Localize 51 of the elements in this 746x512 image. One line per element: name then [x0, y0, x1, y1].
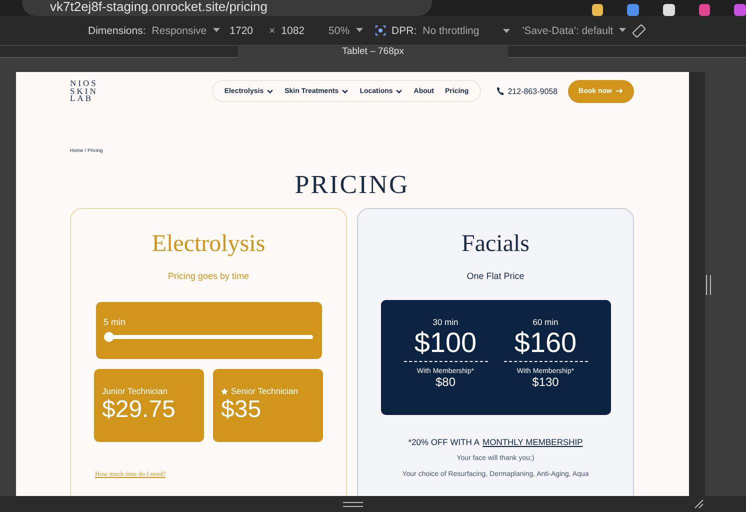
star-icon	[221, 388, 228, 395]
height-input[interactable]: 1082	[281, 24, 305, 37]
zoom-select[interactable]: 50%	[328, 24, 350, 37]
dpr-label: DPR:	[392, 24, 417, 37]
caret-icon	[266, 87, 274, 96]
caret-icon	[356, 28, 363, 34]
address-bar[interactable]: vk7t2ej8f-staging.onrocket.site/pricing	[22, 0, 432, 16]
dimensions-label: Dimensions:	[88, 24, 146, 37]
caret-icon	[394, 87, 403, 96]
technician-label: Junior Technician	[102, 386, 169, 396]
corner-resize-icon[interactable]	[694, 499, 704, 510]
resize-handle[interactable]	[343, 502, 363, 507]
card-subtitle: One Flat Price	[466, 271, 524, 282]
width-input[interactable]: 1720	[230, 24, 254, 37]
technician-price: $29.75	[102, 396, 176, 424]
phone-icon	[496, 87, 504, 96]
device-select[interactable]: Responsive	[152, 24, 207, 37]
extension-icon[interactable]	[592, 4, 604, 16]
caret-icon	[503, 28, 510, 34]
card-subtitle: Pricing goes by time	[168, 271, 250, 282]
card-title: Electrolysis	[152, 230, 266, 260]
duration-label: 30 min	[432, 317, 458, 328]
technician-price: $35	[221, 396, 262, 424]
times-sign: ×	[269, 24, 276, 37]
arrow-icon	[616, 88, 623, 94]
technician-label: Senior Technician	[221, 386, 323, 396]
facial-price: $160	[504, 327, 588, 362]
device-ruler: Tablet – 768px	[238, 46, 508, 58]
membership-link[interactable]: MONTHLY MEMBERSHIP	[482, 437, 583, 448]
membership-price: $130	[532, 375, 559, 390]
facial-price: $100	[404, 327, 488, 362]
save-data-select[interactable]: 'Save-Data': default	[522, 24, 614, 37]
card-title: Facials	[462, 230, 530, 260]
rotate-icon[interactable]	[632, 24, 646, 38]
membership-price: $80	[435, 375, 456, 390]
slider-value: 5 min	[104, 317, 127, 328]
extension-icon[interactable]	[662, 4, 675, 16]
page-title: PRICING	[294, 170, 410, 200]
logo[interactable]: NIOS SKIN LAB	[70, 80, 212, 103]
slider-track[interactable]	[104, 335, 312, 340]
phone-number[interactable]: 212-863-9058	[496, 86, 558, 96]
caret-icon	[340, 87, 349, 96]
offer-text: *20% OFF WITH A	[408, 437, 480, 448]
slider-thumb[interactable]	[104, 332, 114, 342]
extension-icon[interactable]	[627, 4, 639, 16]
caret-icon	[619, 28, 626, 34]
throttling-select[interactable]: No throttling	[422, 24, 480, 37]
duration-label: 60 min	[532, 317, 558, 328]
caret-icon	[212, 28, 220, 34]
screenshot-icon[interactable]	[374, 25, 386, 36]
resize-handle[interactable]	[706, 275, 711, 296]
